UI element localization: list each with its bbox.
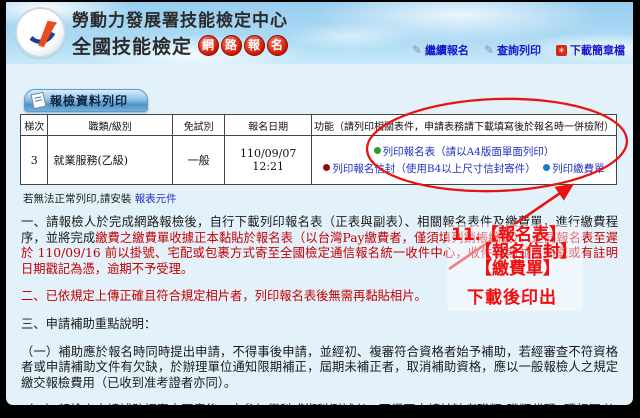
- site-title-line1: 勞動力發展署技能檢定中心: [72, 11, 288, 31]
- site-title: 勞動力發展署技能檢定中心 全國技能檢定 網 路 報 名: [72, 6, 289, 59]
- badge-char: 網: [198, 35, 220, 56]
- download-handbook-link[interactable]: ✳ 下載簡章檔: [556, 42, 625, 58]
- cell-round: 3: [19, 135, 49, 185]
- document-icon: [30, 91, 47, 110]
- green-bullet-icon: [373, 147, 381, 154]
- cell-exempt: 一般: [171, 135, 226, 185]
- col-header-category: 職類/級別: [47, 114, 173, 136]
- note-paragraph-3: 三、申請補助重點說明：: [21, 316, 157, 331]
- col-header-function: 功能（請列印相關表件，申請表務請下載填寫後於報名時一併檢附）: [310, 114, 618, 136]
- note1-red-text: 繳費之繳費單收據正本黏貼於報名表（以台灣Pay繳費者，僅須填列銷帳編號），連同報…: [21, 230, 618, 276]
- continue-registration-label: 繼續報名: [424, 44, 469, 57]
- note-paragraph-3b: （二）報檢人申請補助經審查同意後，未參加學科或術科測試者，不得再申請該缺考職類(…: [21, 403, 618, 405]
- col-header-exempt: 免試別: [171, 114, 226, 136]
- section-title: 報檢資料列印: [50, 94, 129, 108]
- col-header-round: 梯次: [19, 114, 49, 136]
- dark-red-bullet-icon: [323, 164, 331, 171]
- continue-registration-link[interactable]: ✎ 繼續報名: [412, 42, 469, 58]
- pdf-icon: ✳: [556, 44, 567, 56]
- note-paragraph-2: 二、已依規定上傳正確且符合規定相片者，列印報名表後無需再黏貼相片。: [21, 289, 427, 304]
- cell-date: 110/09/07 12:21: [224, 135, 312, 185]
- component-install-hint: 若無法正常列印,請安裝 報表元件: [23, 191, 618, 206]
- blue-bullet-icon: [543, 164, 551, 171]
- note-paragraph-3a: （一）補助應於報名時同時提出申請，不得事後申請，並經初、複審符合資格者始予補助，…: [21, 344, 618, 390]
- download-handbook-label: 下載簡章檔: [570, 44, 625, 57]
- table-header-row: 梯次 職類/級別 免試別 報名日期 功能（請列印相關表件，申請表務請下載填寫後於…: [19, 114, 618, 136]
- note-paragraph-1: 一、請報檢人於完成網路報檢後，自行下載列印報名表（正表與副表）、相關報名表件及繳…: [21, 215, 618, 277]
- page: 勞動力發展署技能檢定中心 全國技能檢定 網 路 報 名 ✎ 繼續報名 ✎ 查詢列…: [6, 2, 633, 405]
- print-envelope-link[interactable]: 列印報名信封（使用B4以上尺寸信封寄件）: [332, 163, 535, 175]
- top-nav: ✎ 繼續報名 ✎ 查詢列印 ✳ 下載簡章檔: [412, 42, 625, 58]
- table-row: 3 就業服務(乙級) 一般 110/09/07 12:21 列印報名表（請以A4…: [19, 135, 618, 185]
- cell-function: 列印報名表（請以A4版面單面列印） 列印報名信封（使用B4以上尺寸信封寄件） 列…: [310, 135, 618, 185]
- print-application-form-link[interactable]: 列印報名表（請以A4版面單面列印）: [383, 146, 555, 158]
- cell-category: 就業服務(乙級): [47, 135, 173, 185]
- online-registration-badges: 網 路 報 名: [196, 35, 289, 56]
- query-print-link[interactable]: ✎ 查詢列印: [484, 42, 541, 58]
- site-title-line2: 全國技能檢定 網 路 報 名: [72, 32, 289, 59]
- badge-char: 名: [267, 35, 289, 56]
- print-payment-slip-link[interactable]: 列印繳費單: [552, 163, 605, 175]
- col-header-date: 報名日期: [224, 114, 312, 136]
- registration-table: 梯次 職類/級別 免試別 報名日期 功能（請列印相關表件，申請表務請下載填寫後於…: [19, 114, 618, 185]
- section-tab-print-data: 報檢資料列印: [24, 89, 148, 112]
- badge-char: 路: [221, 35, 243, 56]
- pen-icon: ✎: [411, 43, 422, 57]
- agency-logo-icon: [17, 9, 64, 56]
- report-component-link[interactable]: 報表元件: [135, 193, 177, 205]
- site-title-line2-text: 全國技能檢定: [72, 36, 193, 58]
- main-content: 報檢資料列印 梯次 職類/級別 免試別 報名日期 功能（請列印相關表件，申請表務…: [6, 64, 633, 405]
- pen-icon: ✎: [483, 43, 494, 57]
- query-print-label: 查詢列印: [497, 44, 541, 57]
- badge-char: 報: [244, 35, 266, 56]
- site-header: 勞動力發展署技能檢定中心 全國技能檢定 網 路 報 名 ✎ 繼續報名 ✎ 查詢列…: [6, 2, 633, 64]
- install-hint-text: 若無法正常列印,請安裝: [23, 193, 132, 205]
